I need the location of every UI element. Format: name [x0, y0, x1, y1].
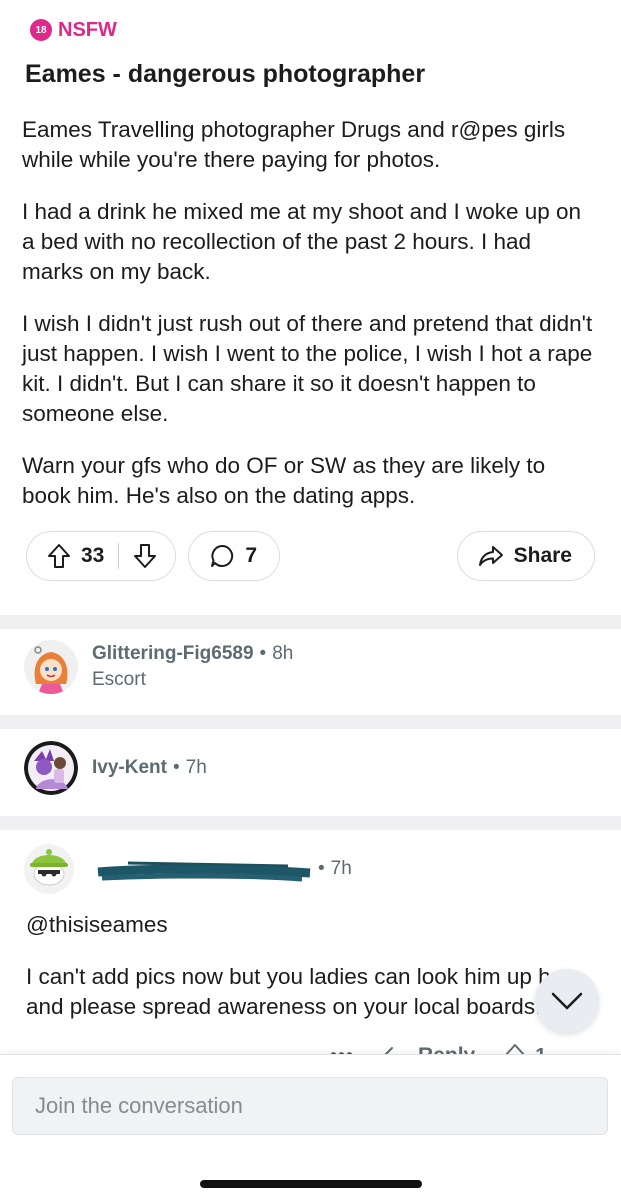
- comment-header: Ivy-Kent • 7h: [0, 729, 621, 807]
- comments-button[interactable]: 7: [188, 531, 281, 581]
- post-title: Eames - dangerous photographer: [25, 60, 426, 88]
- comment-username[interactable]: Ivy-Kent: [92, 757, 167, 779]
- post-action-bar: 33 7 Share: [0, 531, 621, 581]
- comment-time: 7h: [330, 858, 352, 879]
- meta-separator: •: [318, 858, 325, 879]
- comment-count: 7: [245, 544, 258, 567]
- post: 18 NSFW Eames - dangerous photographer E…: [0, 0, 621, 511]
- nsfw-tag: 18 NSFW: [30, 18, 595, 42]
- comment-username[interactable]: Glittering-Fig6589: [92, 643, 254, 665]
- nsfw-18-icon: 18: [30, 19, 52, 41]
- comment-body: @thisiseames I can't add pics now but yo…: [0, 910, 621, 1022]
- meta-separator: •: [259, 643, 267, 664]
- share-label: Share: [513, 544, 572, 567]
- comment-header: • 7h: [0, 830, 621, 900]
- vote-control: 33: [26, 531, 177, 581]
- post-paragraph: I wish I didn't just rush out of there a…: [22, 311, 593, 426]
- post-paragraph: I had a drink he mixed me at my shoot an…: [22, 199, 582, 284]
- upvote-count: 33: [81, 544, 105, 567]
- join-conversation-input[interactable]: [13, 1078, 607, 1134]
- cartoon-girl-avatar-icon[interactable]: [24, 640, 78, 694]
- comment-time: 7h: [185, 757, 207, 778]
- redacted-username: [88, 860, 312, 882]
- post-body: Eames Travelling photographer Drugs and …: [22, 115, 595, 511]
- section-divider: [0, 615, 621, 629]
- user-flair: Escort: [92, 669, 146, 690]
- section-divider: [0, 816, 621, 830]
- vote-separator: [118, 543, 120, 569]
- nsfw-label: NSFW: [58, 18, 117, 41]
- comment-composer: [0, 1054, 621, 1200]
- scroll-down-button[interactable]: [535, 969, 599, 1033]
- upvote-icon[interactable]: [47, 543, 71, 569]
- share-arrow-icon: [478, 544, 504, 568]
- comment-header: Glittering-Fig6589 • 8h Escort: [0, 629, 621, 705]
- section-divider: [0, 715, 621, 729]
- comment-mention: @thisiseames: [26, 912, 168, 937]
- join-conversation-field[interactable]: [12, 1077, 608, 1135]
- downvote-icon[interactable]: [133, 543, 157, 569]
- comment-bubble-icon: [209, 543, 235, 569]
- meta-separator: •: [172, 757, 180, 778]
- home-indicator: [200, 1180, 422, 1188]
- chevron-down-icon: [550, 991, 584, 1011]
- purple-character-avatar-icon[interactable]: [24, 741, 78, 795]
- post-paragraph: Warn your gfs who do OF or SW as they ar…: [22, 453, 546, 508]
- snoo-green-hat-avatar-icon[interactable]: [24, 844, 74, 894]
- comment-time: 8h: [272, 643, 294, 664]
- comment-paragraph: I can't add pics now but you ladies can …: [26, 964, 584, 1019]
- share-button[interactable]: Share: [456, 531, 595, 581]
- post-paragraph: Eames Travelling photographer Drugs and …: [22, 117, 566, 172]
